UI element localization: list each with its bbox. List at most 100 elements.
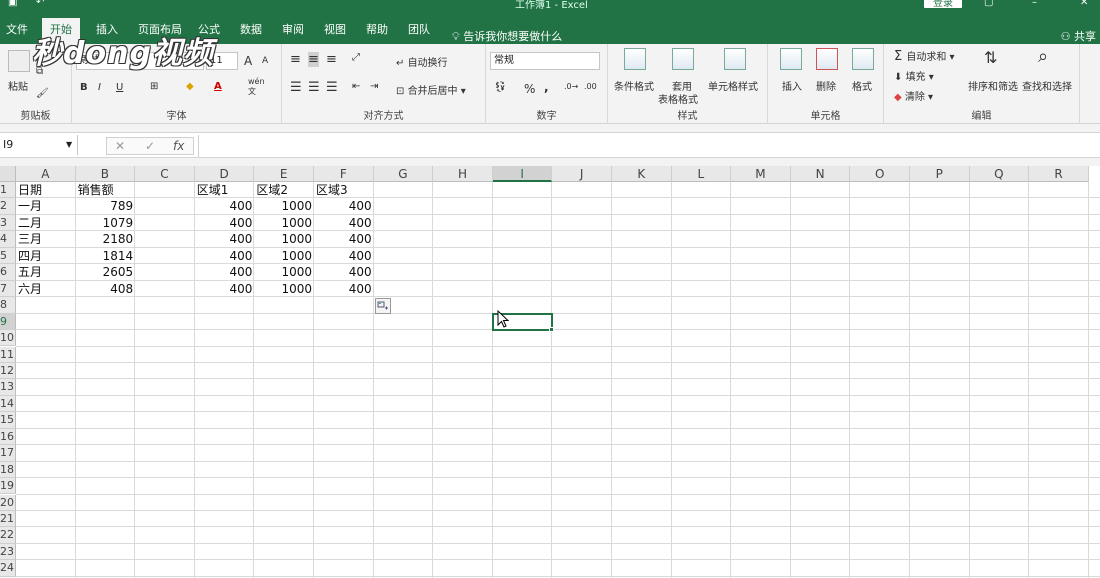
cell-e4[interactable]: 1000 [254,231,314,247]
minimize-icon[interactable]: – [1032,0,1037,8]
row-header-21[interactable]: 21 [0,511,16,528]
sort-filter-button[interactable]: 排序和筛选 [968,78,1018,93]
cell-a4[interactable]: 三月 [16,231,76,247]
column-header-k[interactable]: K [612,166,672,182]
cell-e6[interactable]: 1000 [254,264,314,280]
delete-cells-button[interactable]: 删除 [816,78,836,93]
select-all-corner[interactable] [0,166,16,182]
row-header-1[interactable]: 1 [0,182,16,199]
decrease-indent-icon[interactable]: ⇤ [352,81,360,92]
column-header-g[interactable]: G [373,166,434,182]
row-header-22[interactable]: 22 [0,527,16,544]
cell-d2[interactable]: 400 [195,198,255,214]
column-header-e[interactable]: E [254,166,314,182]
row-header-11[interactable]: 11 [0,346,16,363]
row-header-10[interactable]: 10 [0,330,16,347]
fill-color-icon[interactable]: ◆ [186,81,194,92]
merge-center-button[interactable]: ⊡ 合并后居中 ▾ [396,82,466,97]
cell-f5[interactable]: 400 [314,248,374,264]
format-as-table-icon[interactable] [672,48,694,70]
cell-b4[interactable]: 2180 [76,231,136,247]
row-header-18[interactable]: 18 [0,461,16,479]
column-header-j[interactable]: J [552,166,612,182]
currency-icon[interactable]: 💱︎ [494,82,507,93]
tab-file[interactable]: 文件 [6,20,28,42]
save-icon[interactable]: ▣ [8,0,17,8]
cell-b5[interactable]: 1814 [76,248,136,264]
cell-d6[interactable]: 400 [195,264,255,280]
font-color-icon[interactable]: A [214,81,222,92]
spreadsheet-grid[interactable]: A B C D E F G H I J K L M N O P Q R 1 2 3 4 5 6 7 8 9 10 11 12 13 14 15 1… [0,166,1100,578]
cell-f4[interactable]: 400 [314,231,374,247]
row-header-7[interactable]: 7 [0,280,16,298]
column-header-m[interactable]: M [731,166,791,182]
cell-a2[interactable]: 一月 [16,198,76,214]
orientation-icon[interactable]: ⤢ [352,52,360,63]
row-header-2[interactable]: 2 [0,198,16,215]
comma-button[interactable]: , [544,80,549,94]
paste-label[interactable]: 粘贴 [8,78,28,93]
tell-me-search[interactable]: 💡︎ 告诉我你想要做什么 [452,28,562,44]
cell-b6[interactable]: 2605 [76,264,136,280]
row-header-6[interactable]: 6 [0,264,16,281]
delete-cells-icon[interactable] [816,48,838,70]
column-header-f[interactable]: F [314,166,374,182]
cell-a1[interactable]: 日期 [16,182,76,198]
row-header-20[interactable]: 20 [0,494,16,511]
cell-d3[interactable]: 400 [195,215,255,231]
cell-b1[interactable]: 销售额 [76,182,136,198]
row-header-16[interactable]: 16 [0,428,16,446]
increase-decimal-icon[interactable]: .0→ [564,82,578,91]
format-as-table-button-2[interactable]: 表格格式 [658,91,698,106]
cell-d7[interactable]: 400 [195,281,255,297]
shrink-font-button[interactable]: A [262,56,268,66]
cell-b2[interactable]: 789 [76,198,136,214]
name-box-dropdown-icon[interactable]: ▼ [66,135,72,155]
align-center-icon[interactable]: ☰ [308,80,320,95]
column-header-c[interactable]: C [135,166,195,182]
cell-e7[interactable]: 1000 [254,281,314,297]
cell-f2[interactable]: 400 [314,198,374,214]
cell-b3[interactable]: 1079 [76,215,136,231]
cell-a7[interactable]: 六月 [16,281,76,297]
tab-help[interactable]: 帮助 [366,20,388,42]
align-left-icon[interactable]: ☰ [290,80,302,95]
align-right-icon[interactable]: ☰ [326,80,338,95]
column-header-l[interactable]: L [671,166,732,182]
conditional-format-icon[interactable] [624,48,646,70]
undo-icon[interactable]: ↶ [36,0,44,8]
percent-button[interactable]: % [524,82,535,96]
number-format-select[interactable]: 常规 [490,52,600,70]
quick-analysis-icon[interactable] [374,298,391,315]
column-header-q[interactable]: Q [969,166,1030,182]
insert-cells-icon[interactable] [780,48,802,70]
row-header-23[interactable]: 23 [0,543,16,561]
column-header-o[interactable]: O [850,166,910,182]
cell-d5[interactable]: 400 [195,248,255,264]
fill-handle[interactable] [549,327,555,333]
row-header-5[interactable]: 5 [0,247,16,265]
login-button[interactable]: 登录 [924,0,962,9]
conditional-format-button[interactable]: 条件格式 [614,78,654,93]
row-header-12[interactable]: 12 [0,362,16,380]
column-header-a[interactable]: A [16,166,76,182]
row-header-24[interactable]: 24 [0,560,16,577]
cell-f1[interactable]: 区域3 [314,182,374,198]
cell-styles-button[interactable]: 单元格样式 [708,78,758,93]
format-cells-icon[interactable] [852,48,874,70]
increase-indent-icon[interactable]: ⇥ [370,81,378,92]
grow-font-button[interactable]: A [244,54,252,68]
cell-d4[interactable]: 400 [195,231,255,247]
row-header-8[interactable]: 8 [0,297,16,314]
cell-e3[interactable]: 1000 [254,215,314,231]
cell-e2[interactable]: 1000 [254,198,314,214]
column-header-r[interactable]: R [1029,166,1089,182]
insert-function-icon[interactable]: fx [173,138,184,154]
sort-filter-icon[interactable]: ⇅ [984,48,997,67]
align-bottom-icon[interactable]: ≡ [326,52,337,67]
underline-button[interactable]: U [116,82,123,93]
italic-button[interactable]: I [98,82,101,93]
row-header-9[interactable]: 9 [0,313,16,330]
autosum-button[interactable]: Σ 自动求和 ▾ [894,48,955,64]
paste-icon[interactable] [8,50,30,72]
